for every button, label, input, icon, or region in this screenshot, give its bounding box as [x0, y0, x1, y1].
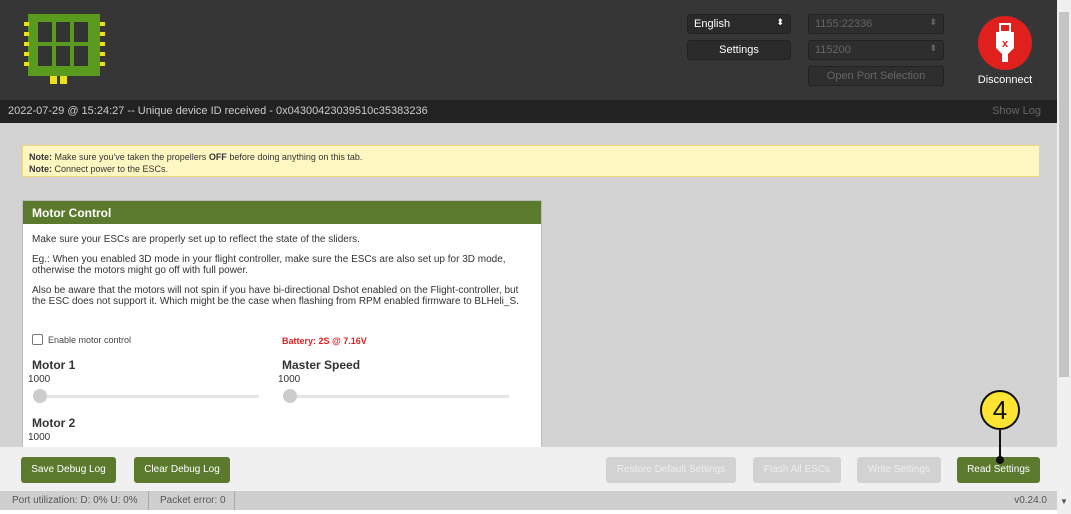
enable-label: Enable motor control [48, 334, 132, 345]
svg-text:x: x [1002, 38, 1009, 50]
motor-2-value: 1000 [28, 432, 51, 443]
header: English ⬍ Settings 1155:22336 ⬍ 115200 ⬍ Op… [0, 0, 1057, 100]
slider-handle[interactable] [283, 389, 297, 403]
battery-status: Battery: 2S @ 7.16V [282, 336, 367, 346]
log-message: 2022-07-29 @ 15:24:27 -- Unique device I… [8, 105, 428, 117]
info-text: Also be aware that the motors will not s… [32, 285, 519, 307]
scroll-down-arrow-icon[interactable]: ▼ [1060, 497, 1068, 506]
log-bar: 2022-07-29 @ 15:24:27 -- Unique device I… [0, 100, 1057, 123]
note-line-2: Note: Connect power to the ESCs. [29, 163, 1033, 175]
show-log-link[interactable]: Show Log [992, 105, 1041, 117]
motor-1-label: Motor 1 [32, 358, 76, 372]
disconnect-button[interactable]: x [978, 16, 1032, 70]
master-speed-slider[interactable] [283, 389, 509, 403]
note-prefix: Note: [29, 164, 52, 174]
note-bold: OFF [208, 152, 227, 162]
bottom-toolbar: Save Debug Log Clear Debug Log Restore D… [0, 447, 1057, 491]
motor-2-label: Motor 2 [32, 416, 76, 430]
open-port-selection-button[interactable]: Open Port Selection [808, 66, 944, 86]
updown-icon: ⬍ [929, 17, 937, 27]
note-prefix: Note: [29, 152, 52, 162]
scrollbar-thumb[interactable] [1059, 12, 1069, 377]
master-speed-label: Master Speed [282, 358, 361, 372]
info-text: Eg.: When you enabled 3D mode in your fl… [32, 254, 506, 276]
note-text: before doing anything on this tab. [226, 152, 363, 162]
port-value: 1155:22336 [815, 18, 873, 30]
motor-control-panel: Motor Control Make sure your ESCs are pr… [22, 200, 542, 450]
disconnect-label: Disconnect [977, 74, 1033, 86]
settings-label: Settings [719, 44, 759, 56]
baud-select[interactable]: 115200 ⬍ [808, 40, 944, 60]
esc-board-logo [24, 14, 105, 84]
note-line-1: Note: Make sure you've taken the propell… [29, 151, 1033, 163]
enable-motor-control[interactable]: Enable motor control [32, 334, 131, 345]
updown-icon: ⬍ [929, 43, 937, 53]
annotation-pointer-dot [996, 456, 1004, 464]
save-debug-log-button[interactable]: Save Debug Log [21, 457, 116, 483]
language-select[interactable]: English ⬍ [687, 14, 791, 34]
motor-1-slider[interactable] [33, 389, 259, 403]
content-area: Note: Make sure you've taken the propell… [0, 123, 1057, 450]
status-bar: Port utilization: D: 0% U: 0% Packet err… [0, 491, 1057, 510]
divider [148, 491, 149, 510]
slider-handle[interactable] [33, 389, 47, 403]
note-box: Note: Make sure you've taken the propell… [22, 145, 1040, 177]
language-value: English [694, 18, 731, 30]
clear-debug-log-button[interactable]: Clear Debug Log [134, 457, 230, 483]
restore-default-settings-button[interactable]: Restore Default Settings [606, 457, 736, 483]
baud-value: 115200 [815, 44, 851, 56]
write-settings-button[interactable]: Write Settings [857, 457, 941, 483]
step-annotation-marker: 4 [980, 390, 1020, 430]
master-speed-value: 1000 [278, 374, 301, 385]
motor-1-value: 1000 [28, 374, 51, 385]
usb-disconnect-icon: x [996, 23, 1014, 62]
note-text: Connect power to the ESCs. [52, 164, 169, 174]
note-text: Make sure you've taken the propellers [52, 152, 209, 162]
flash-all-escs-button[interactable]: Flash All ESCs [753, 457, 841, 483]
settings-button[interactable]: Settings [687, 40, 791, 60]
port-utilization: Port utilization: D: 0% U: 0% [12, 495, 138, 506]
version: v0.24.0 [1014, 495, 1047, 506]
annotation-pointer-line [999, 430, 1001, 459]
port-select[interactable]: 1155:22336 ⬍ [808, 14, 944, 34]
packet-error: Packet error: 0 [160, 495, 226, 506]
panel-title: Motor Control [23, 201, 541, 224]
divider [234, 491, 235, 510]
enable-checkbox[interactable] [32, 334, 43, 345]
updown-icon: ⬍ [776, 17, 784, 27]
open-port-label: Open Port Selection [826, 70, 926, 82]
info-text: Make sure your ESCs are properly set up … [32, 234, 360, 245]
vertical-scrollbar[interactable]: ▼ [1057, 0, 1071, 514]
